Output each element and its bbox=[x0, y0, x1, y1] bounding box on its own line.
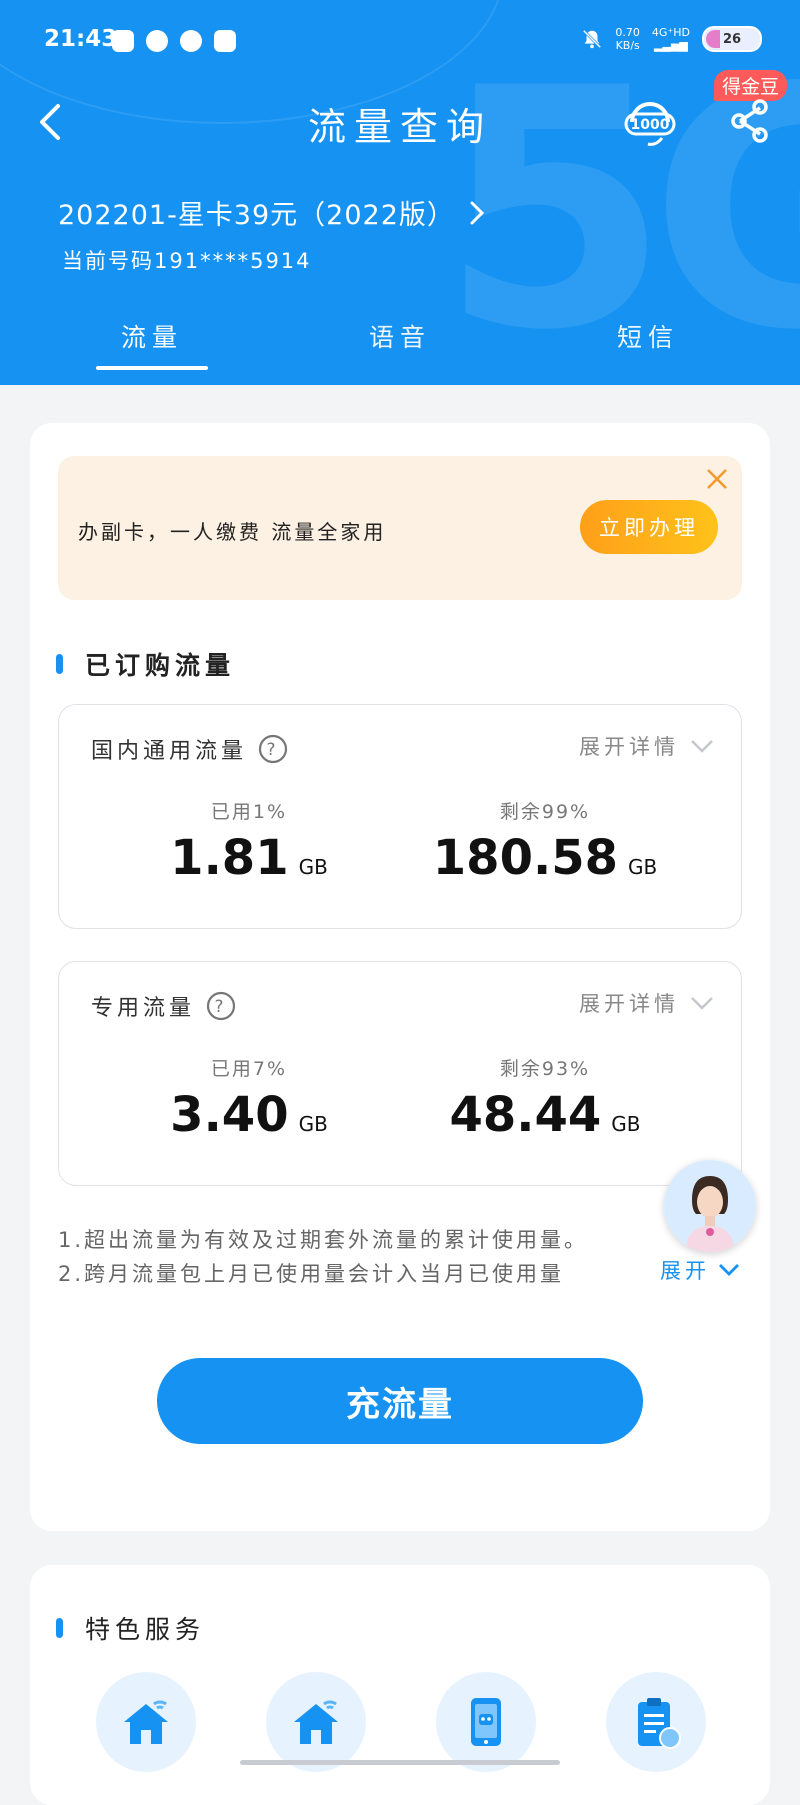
help-icon[interactable]: ? bbox=[205, 990, 237, 1022]
customer-service-10000-icon[interactable]: 1000 bbox=[622, 94, 678, 150]
remaining-unit: GB bbox=[611, 1112, 641, 1136]
chevron-down-icon bbox=[691, 997, 713, 1010]
promo-text: 办副卡，一人缴费 流量全家用 bbox=[78, 520, 387, 544]
shopping-bag-notification-icon bbox=[214, 30, 236, 52]
tab-sms[interactable]: 短信 bbox=[568, 318, 728, 354]
expand-details-button[interactable]: 展开详情 bbox=[579, 731, 715, 761]
tab-data[interactable]: 流量 bbox=[72, 318, 232, 354]
feature-item[interactable] bbox=[436, 1672, 536, 1772]
current-phone-number: 当前号码191****5914 bbox=[62, 249, 312, 273]
home-wifi-icon bbox=[294, 1700, 338, 1744]
apply-now-button[interactable]: 立即办理 bbox=[580, 500, 718, 554]
section-title-features: 特色服务 bbox=[56, 1610, 205, 1646]
data-usage-card: 办副卡，一人缴费 流量全家用 立即办理 已订购流量 国内通用流量 ? 展开详情 … bbox=[30, 423, 770, 1531]
status-bar: 21:43 0.70 KB/s 4G⁺HD ▂▃▅▆ 26 bbox=[0, 20, 800, 64]
assistant-portrait-icon bbox=[664, 1160, 756, 1252]
notes-expand-button[interactable]: 展开 bbox=[654, 1255, 740, 1285]
recharge-data-button[interactable]: 充流量 bbox=[157, 1358, 643, 1444]
chevron-down-icon bbox=[691, 740, 713, 753]
notification-icons bbox=[112, 30, 236, 52]
home-wifi-icon bbox=[124, 1700, 168, 1744]
svg-text:?: ? bbox=[215, 997, 228, 1017]
used-unit: GB bbox=[298, 1112, 328, 1136]
section-title-subscribed: 已订购流量 bbox=[56, 646, 235, 682]
features-card: 特色服务 bbox=[30, 1565, 770, 1805]
phone-robot-icon bbox=[471, 1698, 501, 1746]
section-marker bbox=[56, 654, 63, 674]
app-notification-icon bbox=[180, 30, 202, 52]
package-title: 专用流量 ? bbox=[91, 990, 237, 1022]
help-icon[interactable]: ? bbox=[257, 733, 289, 765]
remaining-value: 48.44 bbox=[449, 1087, 602, 1143]
svg-text:1000: 1000 bbox=[631, 117, 670, 133]
plan-name: 202201-星卡39元（2022版） bbox=[58, 200, 455, 231]
system-indicators: 0.70 KB/s 4G⁺HD ▂▃▅▆ 26 bbox=[581, 26, 762, 52]
feature-list bbox=[96, 1672, 706, 1772]
used-value: 3.40 bbox=[170, 1087, 289, 1143]
message-notification-icon bbox=[146, 30, 168, 52]
network-speed: 0.70 KB/s bbox=[615, 26, 640, 52]
signal-bars-icon: ▂▃▅▆ bbox=[654, 39, 688, 52]
plan-selector[interactable]: 202201-星卡39元（2022版） bbox=[58, 193, 485, 232]
remaining-unit: GB bbox=[628, 855, 658, 879]
package-title: 国内通用流量 ? bbox=[91, 733, 289, 765]
battery-icon: 26 bbox=[702, 26, 762, 52]
expand-details-button[interactable]: 展开详情 bbox=[579, 988, 715, 1018]
home-indicator bbox=[240, 1760, 560, 1765]
feature-item[interactable] bbox=[606, 1672, 706, 1772]
tab-voice[interactable]: 语音 bbox=[320, 318, 480, 354]
svg-text:?: ? bbox=[267, 740, 280, 760]
remaining-value: 180.58 bbox=[432, 830, 618, 886]
signal-indicator: 4G⁺HD ▂▃▅▆ bbox=[651, 26, 690, 52]
package-card-domestic: 国内通用流量 ? 展开详情 已用1% 1.81 GB 剩余99% 180.58 GB bbox=[58, 704, 742, 929]
app-notification-icon bbox=[112, 30, 134, 52]
gold-bean-badge[interactable]: 得金豆 bbox=[714, 70, 788, 101]
section-marker bbox=[56, 1618, 63, 1638]
used-stat: 已用7% 3.40 GB bbox=[170, 1058, 328, 1143]
header: 5G 21:43 0.70 KB/s 4G⁺HD ▂▃▅▆ 26 流量查询 10… bbox=[0, 0, 800, 385]
package-card-special: 专用流量 ? 展开详情 已用7% 3.40 GB 剩余93% 48.44 GB bbox=[58, 961, 742, 1186]
assistant-avatar[interactable] bbox=[664, 1160, 756, 1252]
used-unit: GB bbox=[298, 855, 328, 879]
active-tab-indicator bbox=[96, 366, 208, 370]
status-time: 21:43 bbox=[44, 26, 118, 52]
clipboard-icon bbox=[638, 1698, 681, 1749]
feature-item[interactable] bbox=[96, 1672, 196, 1772]
remaining-stat: 剩余93% 48.44 GB bbox=[449, 1058, 641, 1143]
close-icon[interactable] bbox=[704, 466, 730, 492]
tab-bar: 流量 语音 短信 bbox=[0, 318, 800, 378]
used-value: 1.81 bbox=[170, 830, 289, 886]
chevron-down-icon bbox=[719, 1264, 739, 1276]
chevron-right-icon bbox=[470, 201, 485, 224]
promo-banner[interactable]: 办副卡，一人缴费 流量全家用 立即办理 bbox=[58, 456, 742, 600]
share-icon[interactable] bbox=[728, 98, 772, 144]
usage-notes: 1.超出流量为有效及过期套外流量的累计使用量。 2.跨月流量包上月已使用量会计入… bbox=[58, 1228, 589, 1286]
remaining-stat: 剩余99% 180.58 GB bbox=[432, 801, 658, 886]
mute-bell-icon bbox=[583, 29, 602, 49]
page-title: 流量查询 bbox=[307, 105, 492, 149]
feature-item[interactable] bbox=[266, 1672, 366, 1772]
used-stat: 已用1% 1.81 GB bbox=[170, 801, 328, 886]
